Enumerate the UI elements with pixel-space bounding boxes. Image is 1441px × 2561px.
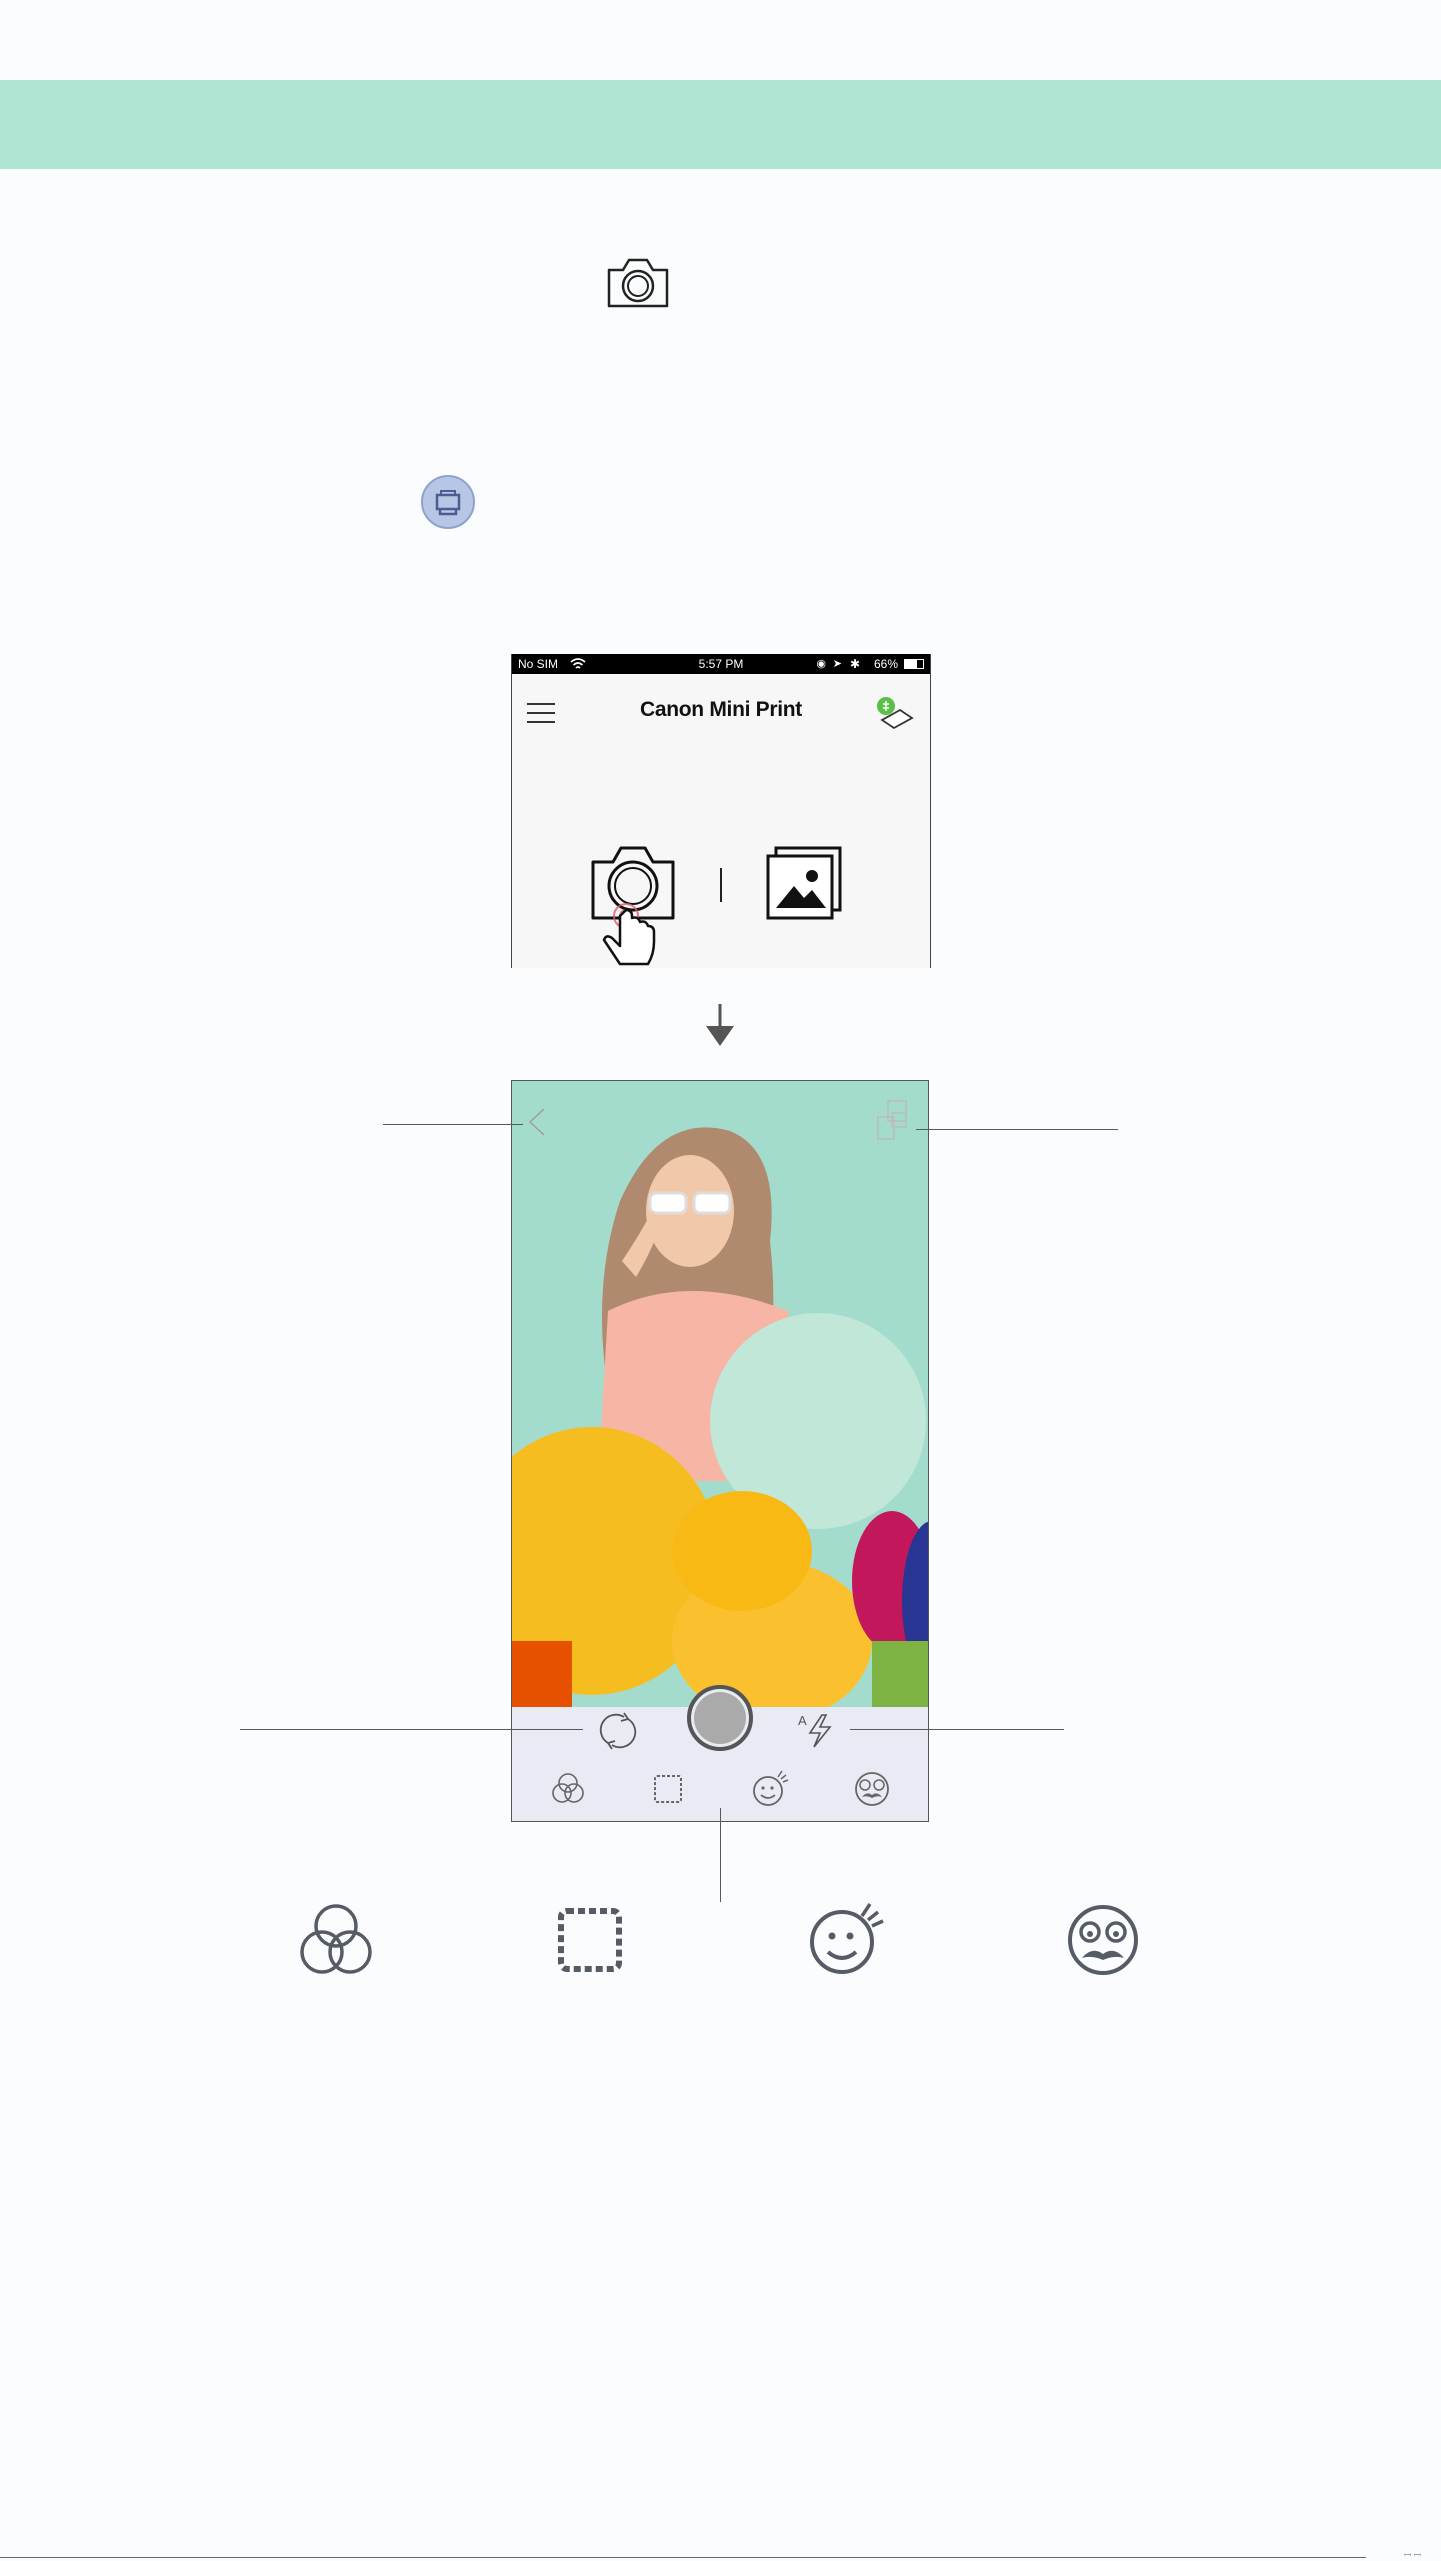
- callout-line-collage: [916, 1129, 1118, 1130]
- filters-icon[interactable]: [548, 1771, 588, 1807]
- ar-effects-icon: [1066, 1904, 1140, 1976]
- auto-flash-icon[interactable]: A: [798, 1713, 838, 1749]
- camera-icon: [605, 252, 671, 310]
- callout-line-tabs: [720, 1808, 721, 1902]
- camera-viewfinder-photo: [512, 1081, 928, 1721]
- callout-line-switch: [240, 1729, 583, 1730]
- printer-icon: [420, 474, 476, 530]
- frames-icon[interactable]: [652, 1773, 684, 1805]
- status-time: 5:57 PM: [698, 657, 744, 671]
- stickers-icon: [806, 1900, 886, 1976]
- status-bar: No SIM 5:57 PM 66% ✱ ➤ ◉: [512, 654, 930, 674]
- collage-icon[interactable]: [874, 1099, 910, 1141]
- header-banner: [0, 80, 1441, 169]
- gallery-icon[interactable]: [766, 844, 844, 922]
- stickers-icon[interactable]: [750, 1769, 790, 1807]
- battery-percent: 66%: [873, 657, 898, 671]
- ar-effects-icon[interactable]: [852, 1771, 892, 1807]
- camera-screen: A: [511, 1080, 929, 1822]
- lock-rotation-icon: ◉: [816, 658, 826, 670]
- shutter-button[interactable]: [687, 1685, 753, 1751]
- location-icon: ➤: [832, 658, 842, 670]
- callout-line-flash: [850, 1729, 1064, 1730]
- footer-rule: [0, 2557, 1366, 2558]
- tap-hand-icon: [598, 894, 678, 968]
- battery-icon: [904, 659, 924, 669]
- home-screen: No SIM 5:57 PM 66% ✱ ➤ ◉ Canon Mini Prin…: [511, 654, 931, 968]
- frames-icon: [556, 1906, 624, 1974]
- page-mark: ꟷ ꟷ: [1404, 2550, 1422, 2560]
- down-arrow-icon: [702, 1004, 738, 1048]
- back-icon[interactable]: [524, 1107, 548, 1137]
- divider: [720, 868, 722, 902]
- printer-status-icon[interactable]: [874, 694, 916, 734]
- callout-line-back: [383, 1124, 523, 1125]
- filters-icon: [296, 1904, 376, 1978]
- bluetooth-icon: ✱: [849, 657, 860, 671]
- switch-camera-icon[interactable]: [598, 1711, 638, 1751]
- camera-toolbar: A: [512, 1685, 928, 1821]
- app-title: Canon Mini Print: [639, 698, 803, 721]
